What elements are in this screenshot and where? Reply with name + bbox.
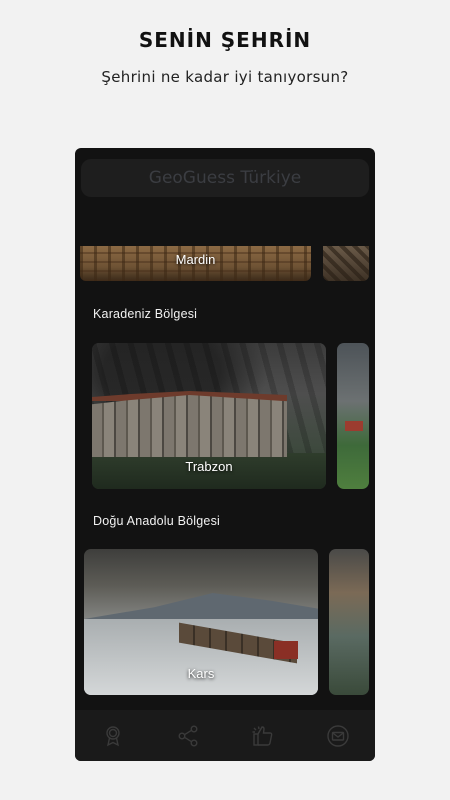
mountain-image — [84, 593, 318, 619]
city-card-trabzon[interactable]: Trabzon — [92, 343, 326, 489]
city-label-kars: Kars — [187, 666, 215, 681]
promo-subtitle: Şehrini ne kadar iyi tanıyorsun? — [101, 68, 349, 86]
section-title-dogu-anadolu: Doğu Anadolu Bölgesi — [93, 514, 221, 528]
thumbs-up-icon[interactable] — [250, 723, 276, 749]
bottom-tab-bar — [75, 710, 375, 761]
house-image — [345, 421, 363, 431]
city-card-peek[interactable] — [323, 246, 369, 281]
section-title-karadeniz: Karadeniz Bölgesi — [93, 307, 198, 321]
phone-screen: GeoGuess Türkiye Mardin Karadeniz Bölges… — [75, 148, 375, 761]
city-label-mardin: Mardin — [175, 252, 216, 267]
award-icon[interactable] — [100, 723, 126, 749]
city-label-trabzon: Trabzon — [185, 459, 233, 474]
city-card-mardin[interactable]: Mardin — [80, 246, 311, 281]
city-card-peek[interactable] — [337, 343, 369, 489]
app-header-title: GeoGuess Türkiye — [81, 159, 369, 197]
city-card-peek[interactable] — [329, 549, 369, 695]
monastery-image — [92, 395, 287, 457]
mail-icon[interactable] — [325, 723, 351, 749]
city-card-kars[interactable]: Kars — [84, 549, 318, 695]
share-icon[interactable] — [175, 723, 201, 749]
promo-title: SENİN ŞEHRİN — [138, 28, 312, 52]
locomotive-image — [274, 641, 298, 659]
